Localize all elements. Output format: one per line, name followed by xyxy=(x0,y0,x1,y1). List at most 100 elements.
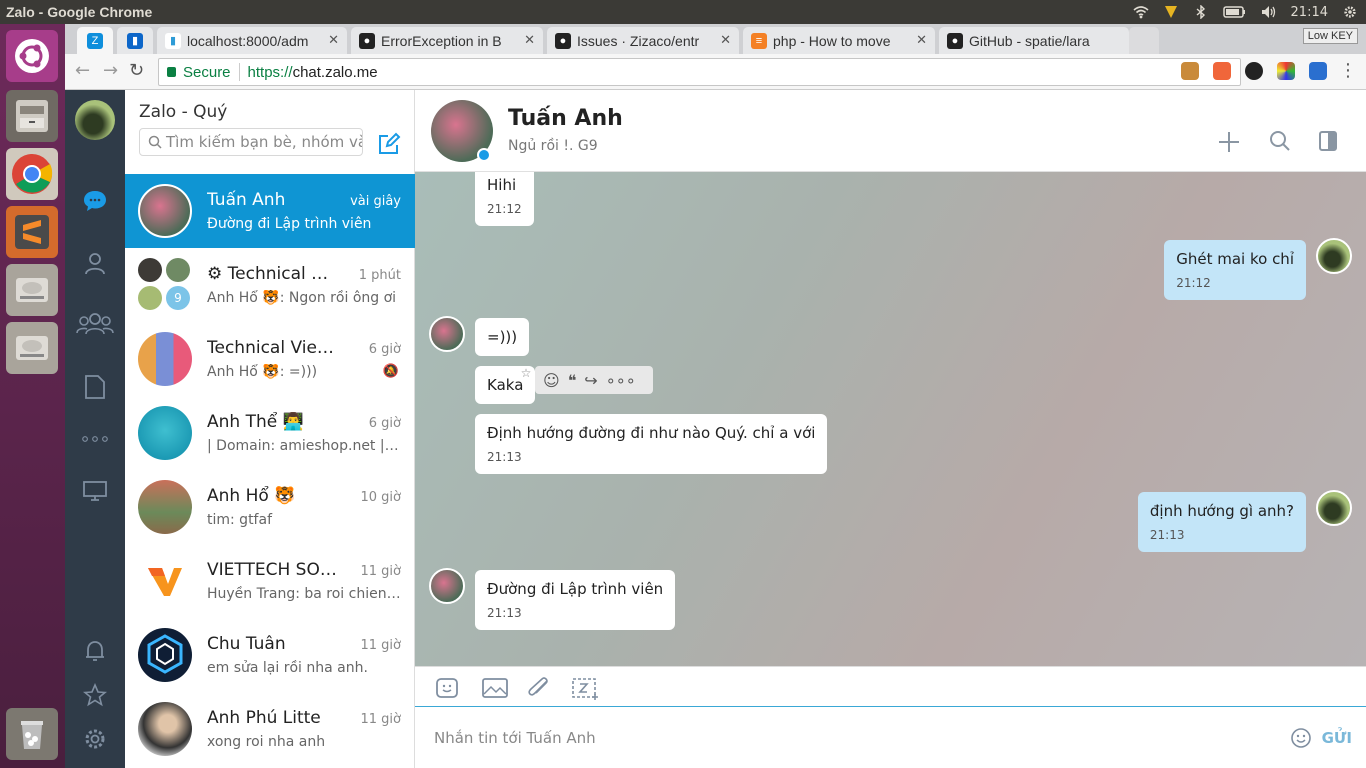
favorites-tab[interactable] xyxy=(82,682,108,708)
close-tab-icon[interactable]: ✕ xyxy=(524,32,535,48)
compose-icon[interactable] xyxy=(377,132,401,156)
reload-icon[interactable]: ↻ xyxy=(129,60,144,81)
disk-launcher-item-2[interactable] xyxy=(6,322,58,374)
extension-orange-icon[interactable] xyxy=(1213,62,1231,80)
close-tab-icon[interactable]: ✕ xyxy=(328,32,339,48)
messages-tab[interactable] xyxy=(82,188,108,214)
hard-drive-icon xyxy=(16,278,48,302)
conversation-item[interactable]: Technical Viettech 6 giờ Anh Hổ 🐯: =))) … xyxy=(125,322,415,396)
message-input[interactable]: Nhắn tin tới Tuấn Anh GỬI xyxy=(415,707,1366,768)
notifications-tab[interactable] xyxy=(82,638,108,664)
message-bubble[interactable]: Kaka ☆ xyxy=(475,366,536,404)
conversation-item[interactable]: Anh Hổ 🐯 10 giờ tim: gtfaf xyxy=(125,470,415,544)
search-input[interactable]: Tìm kiếm bạn bè, nhóm và tin nhắn xyxy=(139,128,363,156)
add-icon[interactable] xyxy=(1217,130,1241,154)
forward-arrow-icon[interactable]: → xyxy=(103,60,118,81)
trello-favicon-icon: ▮ xyxy=(127,32,143,49)
pin-star-icon[interactable]: ☆ xyxy=(521,366,532,380)
cookie-extension-icon[interactable] xyxy=(1181,62,1199,80)
my-avatar[interactable] xyxy=(75,100,115,140)
conversation-item[interactable]: Chu Tuân 11 giờ em sửa lại rồi nha anh. xyxy=(125,618,415,692)
new-tab-button[interactable] xyxy=(1129,27,1159,54)
account-title: Zalo - Quý xyxy=(139,102,228,122)
tab-errorexception[interactable]: ● ErrorException in B ✕ xyxy=(351,27,543,54)
volume-icon[interactable] xyxy=(1261,5,1277,19)
tab-trello[interactable]: ▮ xyxy=(117,27,153,54)
url-host: chat.zalo.me xyxy=(292,63,378,81)
avatar xyxy=(138,332,192,386)
message-text: =))) xyxy=(487,328,518,346)
more-options-icon[interactable]: ∘∘∘ xyxy=(606,371,636,390)
profile-badge[interactable]: Low KEY xyxy=(1302,28,1358,44)
tab-localhost[interactable]: ▮ localhost:8000/adm ✕ xyxy=(157,27,347,54)
dash-button[interactable] xyxy=(6,30,58,82)
image-icon[interactable] xyxy=(481,677,509,699)
chart-favicon-icon: ▮ xyxy=(165,32,181,49)
search-icon xyxy=(148,135,162,149)
conversation-item[interactable]: Anh Phú Litte 11 giờ xong roi nha anh xyxy=(125,692,415,766)
emoji-reaction-icon[interactable]: ☺ xyxy=(543,371,560,390)
eye-extension-icon[interactable] xyxy=(1245,62,1263,80)
contacts-tab[interactable] xyxy=(82,250,108,276)
attachment-icon[interactable] xyxy=(527,677,553,699)
tab-github-spatie[interactable]: ● GitHub - spatie/lara xyxy=(939,27,1129,54)
my-avatar xyxy=(1316,490,1352,526)
color-picker-extension-icon[interactable] xyxy=(1277,62,1295,80)
emoji-icon[interactable] xyxy=(1290,727,1312,749)
conversation-time: 10 giờ xyxy=(360,490,402,505)
message-bubble[interactable]: Hihi 21:12 xyxy=(475,172,534,226)
groups-tab[interactable] xyxy=(75,310,115,336)
chrome-menu-icon[interactable]: ⋮ xyxy=(1339,60,1357,81)
desktop-tab[interactable] xyxy=(82,478,108,504)
disk-launcher-item-1[interactable] xyxy=(6,264,58,316)
search-placeholder: Tìm kiếm bạn bè, nhóm và tin nhắn xyxy=(166,133,362,151)
files-tab[interactable] xyxy=(82,374,108,400)
chrome-launcher-item[interactable] xyxy=(6,148,58,200)
screenshot-capture-icon[interactable] xyxy=(571,677,599,701)
forward-icon[interactable]: ↪ xyxy=(584,371,597,390)
send-button[interactable]: GỬI xyxy=(1322,729,1352,747)
conversation-item[interactable]: 9 ⚙ Technical Developer 1 phút Anh Hổ 🐯:… xyxy=(125,248,415,322)
more-tab[interactable] xyxy=(82,426,108,452)
side-panel-toggle-icon[interactable] xyxy=(1318,130,1338,152)
message-bubble[interactable]: Định hướng đường đi như nào Quý. chỉ a v… xyxy=(475,414,828,474)
files-launcher-item[interactable] xyxy=(6,90,58,142)
message-bubble[interactable]: Đường đi Lập trình viên 21:13 xyxy=(475,570,676,630)
settings-gear-icon[interactable] xyxy=(1342,5,1358,19)
tab-issues[interactable]: ● Issues · Zizaco/entr ✕ xyxy=(547,27,739,54)
bell-icon xyxy=(86,641,104,661)
conversation-preview: Anh Hổ 🐯: Ngon rồi ông ơi xyxy=(207,290,397,306)
wifi-icon[interactable] xyxy=(1133,5,1149,19)
chrome-logo-icon xyxy=(12,154,53,194)
conversation-item[interactable]: Tuấn Anh vài giây Đường đi Lập trình viê… xyxy=(125,174,415,248)
search-icon[interactable] xyxy=(1269,130,1291,152)
tab-zalo[interactable]: Z xyxy=(77,27,113,54)
browser-tab-strip: Z ▮ ▮ localhost:8000/adm ✕ ● ErrorExcept… xyxy=(65,24,1366,54)
battery-icon[interactable] xyxy=(1222,5,1247,19)
sublime-launcher-item[interactable] xyxy=(6,206,58,258)
bluetooth-icon[interactable] xyxy=(1193,5,1209,19)
message-actions-bar: ☺ ❝ ↪ ∘∘∘ xyxy=(535,366,653,394)
message-text: định hướng gì anh? xyxy=(1149,502,1294,520)
message-bubble[interactable]: =))) xyxy=(475,318,530,356)
settings-tab[interactable] xyxy=(82,726,108,752)
quote-reply-icon[interactable]: ❝ xyxy=(568,371,577,390)
close-tab-icon[interactable]: ✕ xyxy=(720,32,731,48)
close-tab-icon[interactable]: ✕ xyxy=(916,32,927,48)
message-bubble[interactable]: Ghét mai ko chỉ 21:12 xyxy=(1164,240,1306,300)
extension-blue-icon[interactable] xyxy=(1309,62,1327,80)
conversation-item[interactable]: Anh Thể 👨‍💻 6 giờ | Domain: amieshop.net… xyxy=(125,396,415,470)
message-bubble[interactable]: định hướng gì anh? 21:13 xyxy=(1137,492,1306,552)
clock[interactable]: 21:14 xyxy=(1291,5,1328,20)
sublime-text-icon xyxy=(15,215,49,249)
secure-lock-indicator[interactable]: Secure xyxy=(159,64,231,81)
conversation-item[interactable]: VIETTECH SOLUTION 11 giờ Huyền Trang: ba… xyxy=(125,544,415,618)
trash-launcher-item[interactable] xyxy=(6,708,58,760)
system-tray: 21:14 xyxy=(1133,0,1358,24)
tab-stackoverflow[interactable]: ≡ php - How to move ✕ xyxy=(743,27,935,54)
back-arrow-icon[interactable]: ← xyxy=(75,60,90,81)
vlc-icon[interactable] xyxy=(1163,5,1179,19)
address-bar[interactable]: Secure https://chat.zalo.me ☆ xyxy=(158,58,1241,86)
sticker-icon[interactable] xyxy=(435,677,459,699)
browser-toolbar: ← → ↻ Secure https://chat.zalo.me ☆ ⋮ xyxy=(65,54,1366,90)
